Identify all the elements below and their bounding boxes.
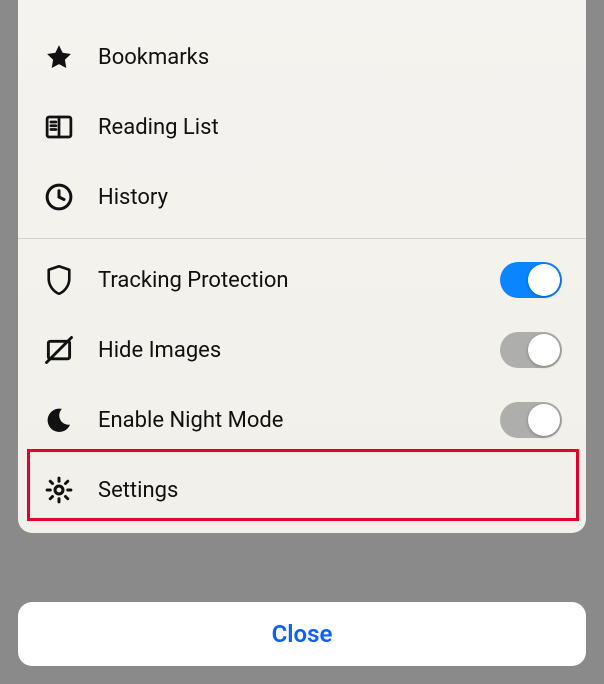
moon-icon bbox=[42, 403, 76, 437]
close-label: Close bbox=[272, 620, 333, 648]
bookmarks-label: Bookmarks bbox=[98, 45, 209, 70]
tracking-protection-row: Tracking Protection bbox=[18, 245, 586, 315]
tracking-protection-toggle[interactable] bbox=[500, 262, 562, 298]
tracking-protection-label: Tracking Protection bbox=[98, 268, 500, 293]
hide-images-icon bbox=[42, 333, 76, 367]
night-mode-row: Enable Night Mode bbox=[18, 385, 586, 455]
gear-icon bbox=[42, 473, 76, 507]
hide-images-toggle[interactable] bbox=[500, 332, 562, 368]
reading-list-row[interactable]: Reading List bbox=[18, 92, 586, 162]
hide-images-label: Hide Images bbox=[98, 338, 500, 363]
clipped-row bbox=[18, 10, 586, 22]
settings-row[interactable]: Settings bbox=[18, 455, 586, 525]
night-mode-label: Enable Night Mode bbox=[98, 408, 500, 433]
bookmarks-row[interactable]: Bookmarks bbox=[18, 22, 586, 92]
settings-label: Settings bbox=[98, 478, 178, 503]
history-label: History bbox=[98, 185, 168, 210]
close-button[interactable]: Close bbox=[18, 602, 586, 666]
night-mode-toggle[interactable] bbox=[500, 402, 562, 438]
divider bbox=[18, 238, 586, 239]
history-row[interactable]: History bbox=[18, 162, 586, 232]
reading-list-label: Reading List bbox=[98, 115, 219, 140]
reading-list-icon bbox=[42, 110, 76, 144]
shield-icon bbox=[42, 263, 76, 297]
hide-images-row: Hide Images bbox=[18, 315, 586, 385]
clock-icon bbox=[42, 180, 76, 214]
star-icon bbox=[42, 40, 76, 74]
action-sheet: Bookmarks Reading List History Tracking … bbox=[18, 0, 586, 533]
